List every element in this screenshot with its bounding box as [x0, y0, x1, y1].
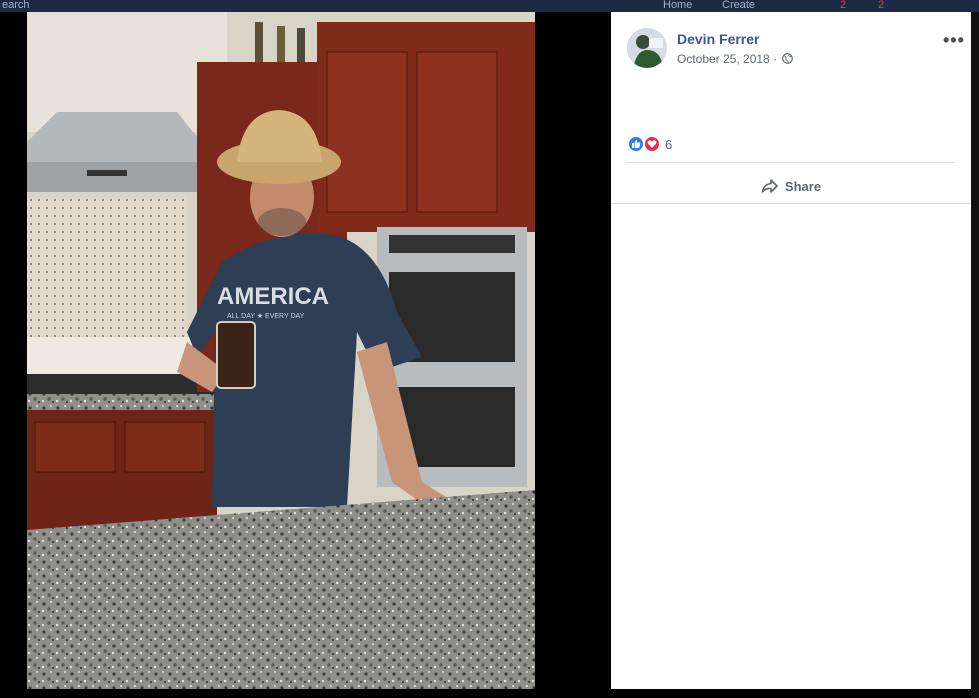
notification-badge[interactable]: 2	[840, 0, 846, 12]
photo-viewer: AMERICA ALL DAY ★ EVERY DAY	[0, 12, 611, 698]
avatar[interactable]	[627, 28, 667, 68]
love-icon	[643, 135, 661, 153]
reaction-count: 6	[665, 136, 673, 152]
right-gutter	[971, 12, 979, 698]
divider	[627, 162, 955, 163]
post-meta: October 25, 2018 ·	[677, 52, 794, 66]
share-icon	[761, 179, 778, 193]
globe-icon[interactable]	[782, 53, 794, 64]
author-name-link[interactable]: Devin Ferrer	[677, 31, 759, 47]
post-photo[interactable]: AMERICA ALL DAY ★ EVERY DAY	[27, 12, 535, 689]
shirt-subtext: ALL DAY ★ EVERY DAY	[227, 312, 305, 320]
nav-home[interactable]: Home	[663, 0, 692, 12]
kitchen-photo-illustration: AMERICA ALL DAY ★ EVERY DAY	[27, 12, 535, 689]
nav-create[interactable]: Create	[722, 0, 755, 12]
post-date-link[interactable]: October 25, 2018	[677, 52, 770, 66]
search-field-fragment[interactable]: earch	[2, 0, 30, 12]
top-navigation-bar: earch Home Create 2 2	[0, 0, 979, 12]
share-button[interactable]: Share	[627, 170, 955, 202]
share-label: Share	[784, 178, 822, 194]
post-header: Devin Ferrer October 25, 2018 · •••	[627, 28, 964, 70]
avatar-image	[627, 28, 667, 68]
shirt-text: AMERICA	[217, 283, 329, 310]
divider	[611, 203, 971, 204]
notification-badge[interactable]: 2	[878, 0, 884, 12]
post-details-panel: Devin Ferrer October 25, 2018 · ••• 6 Sh…	[611, 12, 971, 689]
meta-separator: ·	[773, 52, 778, 66]
reactions-summary[interactable]: 6	[627, 134, 672, 154]
